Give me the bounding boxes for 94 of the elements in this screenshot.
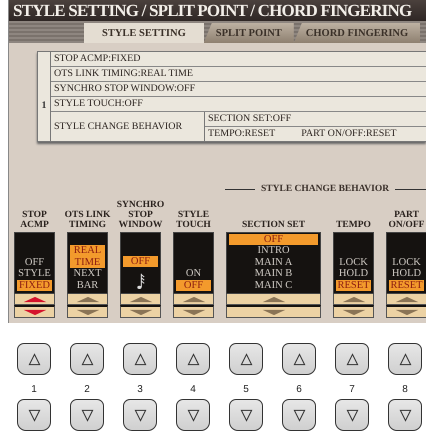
down-button[interactable] [123,399,157,431]
option[interactable]: NEXT BAR [70,268,105,291]
down-button[interactable] [388,399,422,431]
up-triangle-icon [80,352,94,366]
up-button[interactable] [70,343,104,375]
down-arrow-button[interactable] [120,305,161,318]
button-number: 4 [190,384,196,395]
up-triangle-icon [398,352,412,366]
tab[interactable]: SPLIT POINT [204,23,294,43]
button-number: 6 [296,384,302,395]
option[interactable]: HOLD [389,268,424,280]
down-button[interactable] [335,399,369,431]
option[interactable]: OFF [123,256,158,267]
up-arrow-button[interactable] [333,294,374,305]
button-number: 1 [31,384,37,395]
option[interactable]: REAL TIME [70,245,105,268]
down-button[interactable] [70,399,104,431]
tab[interactable]: STYLE SETTING [84,23,204,43]
button-number: 3 [137,384,143,395]
up-arrow-button[interactable] [14,294,55,305]
up-triangle-icon [346,352,358,366]
option[interactable]: OFF [17,256,52,268]
down-arrow-button[interactable] [226,305,321,318]
list-number: 1 [42,100,46,111]
option[interactable]: RESET [389,280,424,291]
option[interactable]: STYLE [17,268,52,280]
screen-title: STYLE SETTING / SPLIT POINT / CHORD FINGERING [13,0,412,21]
option[interactable]: ON [176,268,211,280]
up-triangle-icon [240,352,252,366]
down-triangle-icon [346,408,358,422]
option[interactable]: HOLD [336,268,371,280]
column-label: PART ON/OFF [388,209,426,232]
list-row[interactable]: STOP ACMP:FIXED [51,52,426,67]
list-row[interactable]: SYNCHRO STOP WINDOW:OFF [51,82,426,97]
up-triangle-icon [186,352,200,366]
row-label: STYLE CHANGE BEHAVIOR [54,121,182,132]
down-triangle-icon [186,408,200,422]
up-button[interactable] [229,343,263,375]
down-arrow-button[interactable] [333,305,374,318]
column-label: STOP ACMP [19,209,50,232]
down-triangle-icon [80,408,94,422]
up-button[interactable] [17,343,51,375]
group-label: STYLE CHANGE BEHAVIOR [261,184,390,194]
option[interactable]: OFF [229,234,318,245]
tab[interactable]: CHORD FINGERING [294,23,420,43]
list-row[interactable]: OTS LINK TIMING:REAL TIME [51,67,426,82]
down-button[interactable] [229,399,263,431]
option[interactable]: RESET [336,280,371,291]
button-number: 5 [243,384,249,395]
option[interactable]: INTRO [229,245,318,256]
option[interactable]: LOCK [389,256,424,268]
down-triangle-icon [398,408,412,422]
note-icon[interactable] [136,271,144,291]
up-triangle-icon [28,352,40,366]
option[interactable]: MAIN B [229,268,318,280]
down-arrow-button[interactable] [386,305,426,318]
up-arrow-button[interactable] [173,294,214,305]
down-arrow-button[interactable] [14,305,55,318]
down-arrow-button[interactable] [67,305,108,318]
up-button[interactable] [282,343,316,375]
option[interactable]: LOCK [336,256,371,268]
up-arrow-button[interactable] [386,294,426,305]
button-number: 7 [349,384,355,395]
setting-value: SECTION SET:OFF [208,112,292,126]
up-button[interactable] [335,343,369,375]
down-triangle-icon [134,408,146,422]
down-button[interactable] [17,399,51,431]
option[interactable]: MAIN A [229,256,318,268]
setting-value: TEMPO:RESET [208,127,276,141]
up-arrow-button[interactable] [67,294,108,305]
up-button[interactable] [388,343,422,375]
column-label: STYLE TOUCH [175,209,212,232]
button-number: 2 [84,384,90,395]
up-arrow-button[interactable] [120,294,161,305]
option[interactable]: MAIN C [229,280,318,291]
down-button[interactable] [282,399,316,431]
column-label: SECTION SET [240,219,306,232]
setting-value: PART ON/OFF:RESET [301,127,396,141]
up-button[interactable] [123,343,157,375]
down-triangle-icon [292,408,306,422]
down-triangle-icon [240,408,252,422]
up-arrow-button[interactable] [226,294,321,305]
button-number: 8 [402,384,408,395]
column-label: OTS LINK TIMING [67,209,108,232]
list-row[interactable]: STYLE TOUCH:OFF [51,97,426,112]
down-button[interactable] [176,399,210,431]
up-button[interactable] [176,343,210,375]
option[interactable]: FIXED [17,280,52,291]
down-arrow-button[interactable] [173,305,214,318]
down-triangle-icon [28,408,40,422]
up-triangle-icon [292,352,306,366]
option[interactable]: OFF [176,280,211,291]
column-label: TEMPO [335,219,372,232]
up-triangle-icon [134,352,146,366]
